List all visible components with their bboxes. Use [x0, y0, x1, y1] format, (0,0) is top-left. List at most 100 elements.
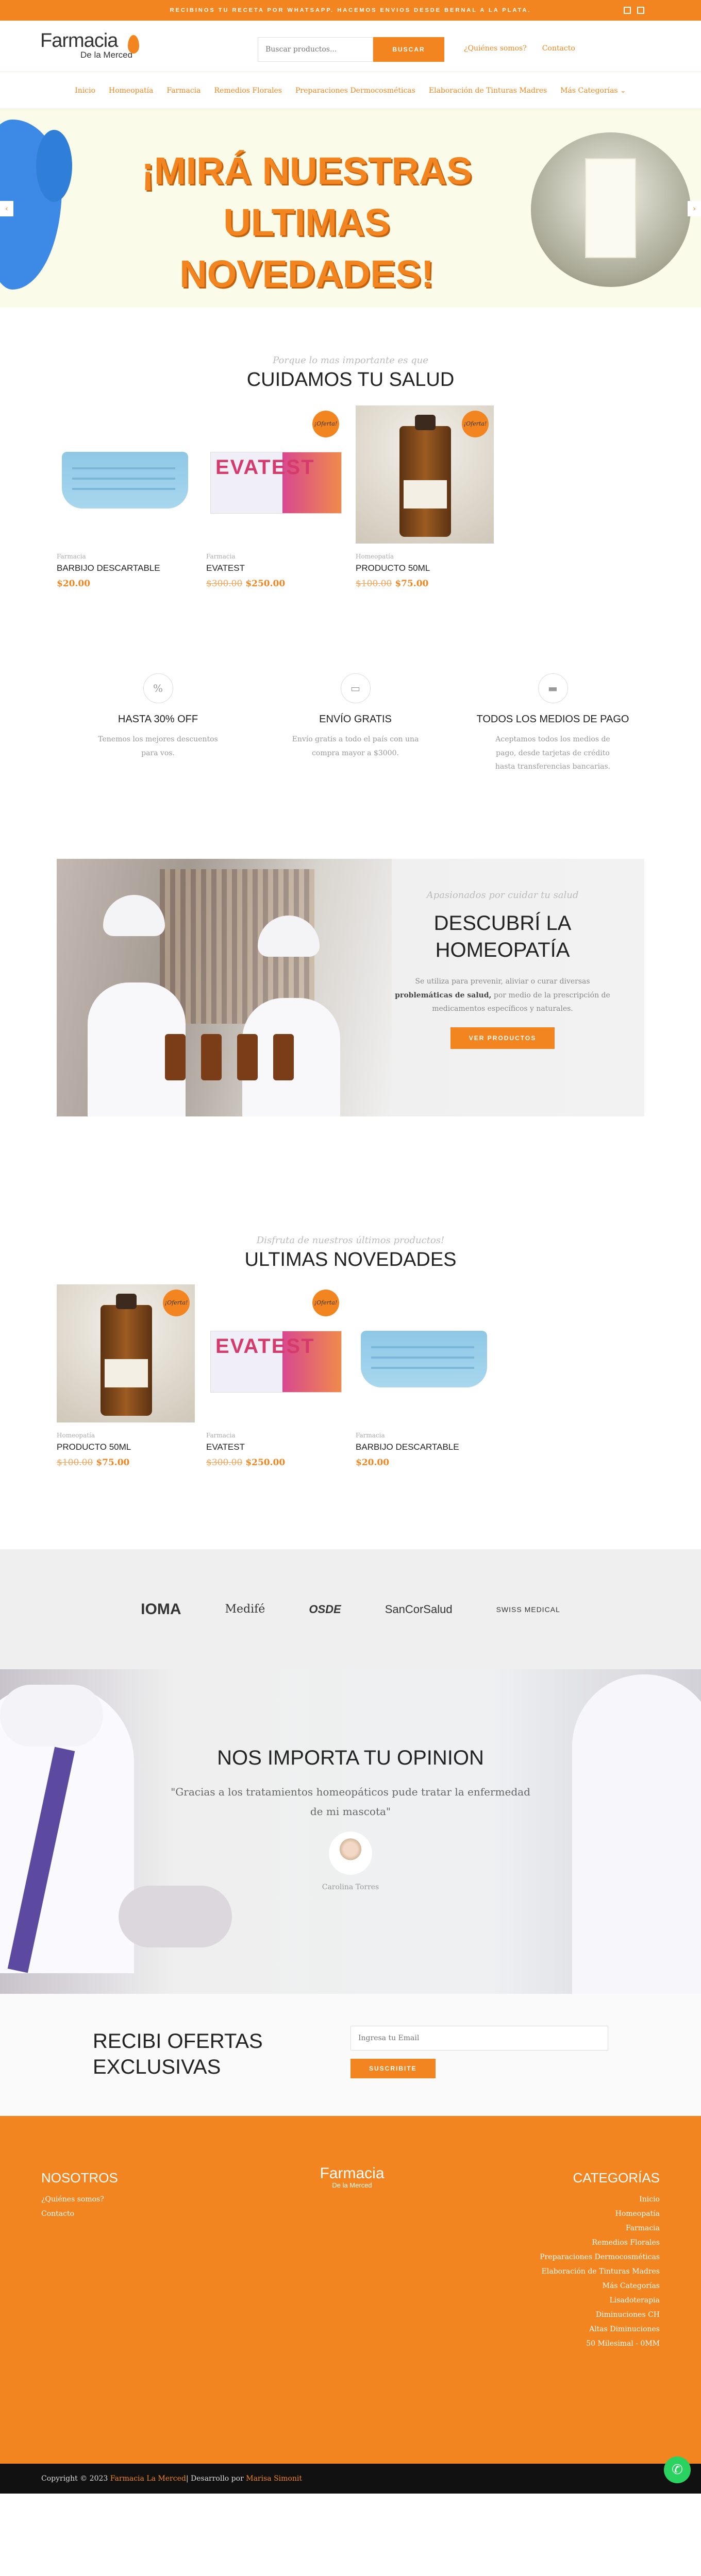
product-category[interactable]: Homeopatía [356, 553, 494, 560]
copyright-dev-link[interactable]: Marisa Simonit [246, 2475, 302, 2483]
text-part: Se utiliza para prevenir, aliviar o cura… [415, 977, 590, 986]
nurse-photo [572, 1674, 701, 1994]
footer-logo-line2: De la Merced [332, 2181, 372, 2189]
link-quienes-somos[interactable]: ¿Quiénes somos? [464, 44, 527, 53]
chevron-left-icon[interactable]: ‹ [0, 201, 13, 216]
product-card[interactable]: ¡Oferta! Homeopatía PRODUCTO 50ML $100.0… [356, 405, 494, 589]
testimonial-quote: "Gracias a los tratamientos homeopáticos… [171, 1786, 530, 1818]
nav-item-remedios-florales[interactable]: Remedios Florales [214, 87, 282, 95]
product-card[interactable]: Farmacia BARBIJO DESCARTABLE $20.00 [356, 1284, 494, 1468]
nav-item-mas-categorias[interactable]: Más Categorías ⌄ [560, 87, 626, 95]
section-novedades: Disfruta de nuestros últimos productos! … [0, 1235, 701, 1549]
brand-ioma-logo: IOMA [141, 1600, 181, 1618]
product-name[interactable]: EVATEST [206, 1442, 344, 1452]
product-old-price: $300.00 [206, 579, 243, 589]
product-name[interactable]: EVATEST [206, 563, 344, 573]
product-image[interactable]: ¡Oferta! EVATEST [206, 405, 344, 544]
section-salud: Porque lo mas importante es que CUIDAMOS… [0, 308, 701, 627]
product-card[interactable]: ¡Oferta! EVATEST Farmacia EVATEST $300.0… [206, 405, 344, 589]
feature-text: Tenemos los mejores descuentos para vos. [98, 735, 218, 757]
subscribe-button[interactable]: SUSCRIBITE [350, 2059, 436, 2078]
section-text: Se utiliza para prevenir, aliviar o cura… [392, 975, 613, 1016]
nav-item-homeopatia[interactable]: Homeopatía [109, 87, 153, 95]
section-title: ULTIMAS NOVEDADES [244, 1249, 457, 1270]
product-old-price: $100.00 [57, 1458, 93, 1468]
nav-item-inicio[interactable]: Inicio [75, 87, 95, 95]
footer-link[interactable]: Lisadoterapia [540, 2296, 660, 2304]
nav-item-farmacia[interactable]: Farmacia [166, 87, 201, 95]
section-testimonial: NOS IMPORTA TU OPINION "Gracias a los tr… [0, 1669, 701, 1994]
percent-icon: % [143, 673, 173, 703]
title-line2: HOMEOPATÍA [435, 939, 570, 961]
feature-title: HASTA 30% OFF [118, 714, 198, 725]
section-title: CUIDAMOS TU SALUD [246, 369, 455, 391]
announcement: RECIBINOS TU RECETA POR WHATSAPP. HACEMO… [170, 7, 531, 13]
footer-link[interactable]: Diminuciones CH [540, 2311, 660, 2319]
search-input[interactable] [258, 37, 373, 62]
footer-link[interactable]: Farmacia [540, 2224, 660, 2232]
hero-headline: ¡MIRÁ NUESTRAS ULTIMAS NOVEDADES! [95, 145, 518, 300]
product-image[interactable] [356, 1284, 494, 1422]
copyright-shop-link[interactable]: Farmacia La Merced [110, 2475, 186, 2483]
footer-link[interactable]: 50 Milesimal - 0MM [540, 2340, 660, 2348]
footer-link[interactable]: Elaboración de Tinturas Madres [540, 2267, 660, 2276]
product-category[interactable]: Farmacia [206, 553, 344, 560]
product-price: $75.00 [96, 1458, 130, 1468]
footer-link[interactable]: Contacto [41, 2210, 118, 2218]
feature-discount: % HASTA 30% OFF Tenemos los mejores desc… [59, 673, 257, 774]
product-category[interactable]: Farmacia [206, 1432, 344, 1439]
whatsapp-icon[interactable]: ✆ [664, 2456, 691, 2483]
product-image[interactable]: ¡Oferta! [57, 1284, 195, 1422]
title-line1: DESCUBRÍ LA [433, 912, 572, 935]
product-category[interactable]: Farmacia [356, 1432, 494, 1439]
search-button[interactable]: BUSCAR [373, 37, 444, 62]
feature-title: TODOS LOS MEDIOS DE PAGO [476, 714, 629, 725]
view-products-button[interactable]: VER PRODUCTOS [450, 1027, 555, 1049]
footer-link[interactable]: Altas Diminuciones [540, 2325, 660, 2333]
text-bold: problemáticas de salud, [395, 991, 492, 999]
header: Farmacia De la Merced BUSCAR ¿Quiénes so… [0, 21, 701, 72]
site-logo[interactable]: Farmacia De la Merced [40, 30, 154, 68]
footer-link[interactable]: Homeopatía [540, 2210, 660, 2218]
instagram-icon[interactable] [624, 7, 631, 14]
product-old-price: $300.00 [206, 1458, 243, 1468]
product-card[interactable]: ¡Oferta! Homeopatía PRODUCTO 50ML $100.0… [57, 1284, 195, 1468]
product-category[interactable]: Homeopatía [57, 1432, 195, 1439]
footer-link[interactable]: Preparaciones Dermocosméticas [540, 2253, 660, 2261]
nav-item-preparaciones[interactable]: Preparaciones Dermocosméticas [295, 87, 415, 95]
product-name[interactable]: BARBIJO DESCARTABLE [356, 1442, 494, 1452]
product-name[interactable]: BARBIJO DESCARTABLE [57, 563, 195, 573]
product-image[interactable]: ¡Oferta! [356, 405, 494, 544]
link-contacto[interactable]: Contacto [542, 44, 575, 53]
brand-swiss-logo: SWISS MEDICAL [496, 1605, 560, 1614]
product-name[interactable]: PRODUCTO 50ML [356, 563, 494, 573]
chevron-right-icon[interactable]: › [688, 201, 701, 216]
product-image[interactable] [57, 405, 195, 544]
main-nav: Inicio Homeopatía Farmacia Remedios Flor… [0, 72, 701, 109]
topbar: RECIBINOS TU RECETA POR WHATSAPP. HACEMO… [0, 0, 701, 21]
sale-badge: ¡Oferta! [312, 411, 339, 437]
product-image[interactable]: ¡Oferta! EVATEST [206, 1284, 344, 1422]
brand-osde-logo: OSDE [309, 1602, 341, 1616]
footer-logo[interactable]: Farmacia De la Merced [308, 2165, 396, 2189]
facebook-icon[interactable] [637, 7, 644, 14]
product-price: $20.00 [57, 579, 91, 589]
footer-link[interactable]: ¿Quiénes somos? [41, 2195, 118, 2204]
hero-product-image [531, 132, 691, 287]
brand-sancor-logo: SanCorSalud [385, 1602, 453, 1616]
footer-link[interactable]: Remedios Florales [540, 2239, 660, 2247]
product-card[interactable]: ¡Oferta! EVATEST Farmacia EVATEST $300.0… [206, 1284, 344, 1468]
email-field[interactable] [350, 2026, 608, 2050]
newsletter-title: RECIBI OFERTAS EXCLUSIVAS [93, 2030, 263, 2078]
product-card[interactable]: Farmacia BARBIJO DESCARTABLE $20.00 [57, 405, 195, 589]
product-name[interactable]: PRODUCTO 50ML [57, 1442, 195, 1452]
product-category[interactable]: Farmacia [57, 553, 195, 560]
footer-link[interactable]: Inicio [540, 2195, 660, 2204]
brand-medife-logo: Medifé [225, 1603, 265, 1616]
nav-item-tinturas[interactable]: Elaboración de Tinturas Madres [429, 87, 547, 95]
section-script: Porque lo mas importante es que [273, 355, 428, 366]
sale-badge: ¡Oferta! [163, 1290, 190, 1316]
footer-link[interactable]: Más Categorías [540, 2282, 660, 2290]
sale-badge: ¡Oferta! [462, 411, 489, 437]
chevron-down-icon: ⌄ [620, 86, 626, 95]
